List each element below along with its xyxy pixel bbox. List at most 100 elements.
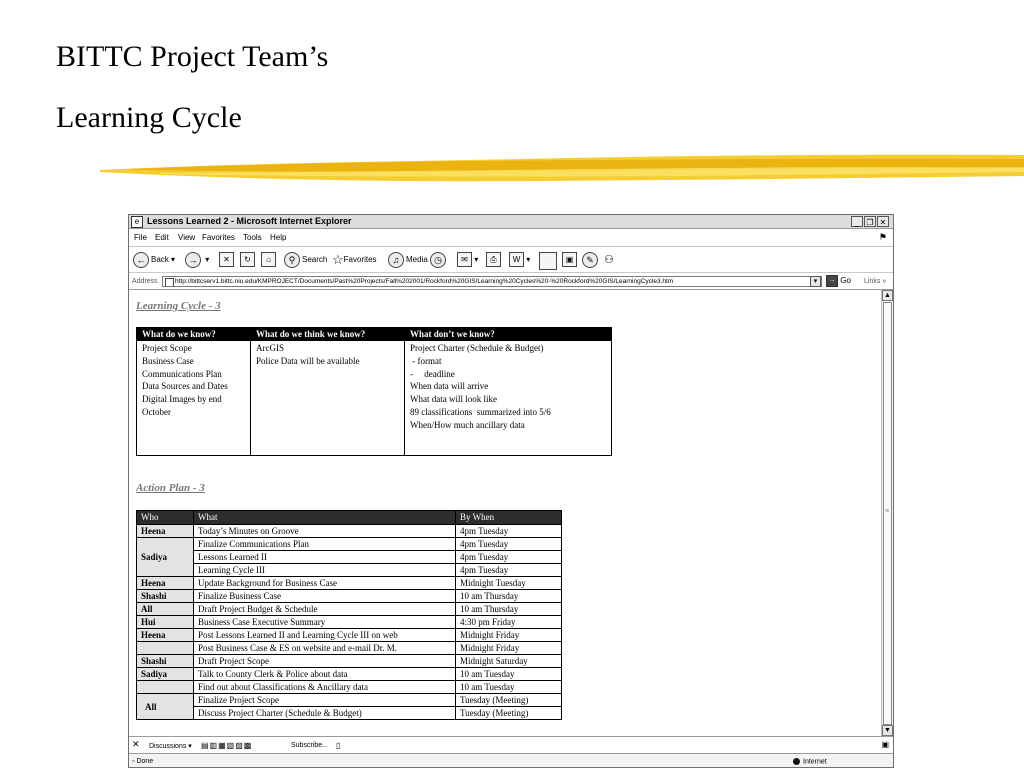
menu-favorites[interactable]: Favorites (202, 233, 235, 242)
address-label: Address (132, 278, 158, 285)
learning-cycle-table: What do we know? Project Scope Business … (136, 327, 612, 456)
what-cell: Update Background for Business Case (193, 576, 456, 590)
menu-view[interactable]: View (178, 233, 195, 242)
blank-button[interactable] (539, 252, 557, 270)
vertical-scrollbar[interactable]: ▲ ≡ ▼ (881, 290, 893, 736)
people-button[interactable]: ⚇ (604, 252, 614, 268)
what-cell: Business Case Executive Summary (193, 615, 456, 629)
grip-icon: ≡ (885, 508, 890, 515)
header-what: What (193, 510, 456, 525)
menu-tools[interactable]: Tools (243, 233, 262, 242)
messenger-button[interactable]: ✎ (582, 252, 600, 268)
page-content: Learning Cycle - 3 What do we know? Proj… (129, 290, 881, 736)
address-url: http://bittcserv1.bittc.niu.edu/KMPROJEC… (175, 278, 674, 285)
who-cell: Sadiya (136, 537, 194, 577)
when-cell: 10 am Thursday (455, 589, 562, 603)
lc-column-know: What do we know? Project Scope Business … (137, 328, 250, 455)
discussion-options-icon[interactable]: ▣ (881, 740, 889, 749)
forward-arrow-icon: → (185, 252, 201, 268)
close-bar-button[interactable]: ✕ (132, 739, 140, 750)
table-row: Heena Post Lessons Learned II and Learni… (136, 628, 562, 642)
lc-item: Police Data will be available (256, 355, 360, 366)
when-cell: 10 am Tuesday (455, 667, 562, 681)
discussions-button[interactable]: Discussions ▾ (149, 742, 192, 750)
subscribe-button[interactable]: Subscribe... (291, 742, 328, 749)
windows-flag-icon: ⚑ (878, 232, 887, 242)
when-cell: 10 am Thursday (455, 602, 562, 616)
history-button[interactable]: ◷ (430, 252, 448, 268)
stop-icon: ✕ (219, 252, 234, 268)
table-row: Heena Update Background for Business Cas… (136, 576, 562, 590)
table-row: Shashi Finalize Business Case 10 am Thur… (136, 589, 562, 603)
what-cell: Draft Project Budget & Schedule (193, 602, 456, 616)
minimize-button[interactable]: _ (851, 216, 863, 227)
lc-item: Project Charter (Schedule & Budget) (410, 343, 544, 353)
refresh-button[interactable]: ↻ (240, 252, 255, 268)
when-cell: Midnight Friday (455, 628, 562, 642)
search-icon: ⚲ (284, 252, 300, 268)
lc-item: Data Sources and Dates (142, 381, 228, 392)
print-button[interactable]: ⎙ (486, 252, 501, 268)
what-cell: Draft Project Scope (193, 654, 456, 668)
star-icon: ☆ (332, 252, 344, 267)
ie-icon: e (131, 216, 143, 228)
mail-icon: ✉ (457, 252, 472, 268)
lc-item: 89 classifications summarized into 5/6 (410, 406, 551, 417)
refresh-icon: ↻ (240, 252, 255, 268)
mail-button[interactable]: ✉ ▾ (457, 252, 478, 268)
go-button[interactable]: → Go (826, 275, 851, 287)
lc-column-think: What do we think we know? ArcGIS Police … (250, 328, 404, 455)
who-cell: Shashi (136, 654, 194, 668)
menu-help[interactable]: Help (270, 233, 286, 242)
forward-button[interactable]: → ▾ (185, 252, 209, 268)
action-plan-header-row: Who What By When (136, 510, 562, 525)
favorites-button[interactable]: ☆Favorites (332, 252, 377, 268)
what-cell: Finalize Communications Plan (193, 537, 456, 551)
edit-button[interactable]: W ▾ (509, 252, 530, 268)
maximize-button[interactable]: ❐ (864, 216, 876, 227)
research-button[interactable]: ▣ (562, 252, 577, 268)
links-button[interactable]: Links » (864, 278, 886, 285)
home-button[interactable]: ⌂ (261, 252, 276, 268)
lc-item: Communications Plan (142, 368, 222, 379)
media-button[interactable]: ♫ Media (388, 252, 428, 268)
menu-edit[interactable]: Edit (155, 233, 169, 242)
lc-item: ArcGIS (256, 343, 284, 353)
address-bar: Address http://bittcserv1.bittc.niu.edu/… (129, 274, 893, 290)
search-button[interactable]: ⚲ Search (284, 252, 327, 268)
table-row: Lessons Learned II 4pm Tuesday (137, 550, 562, 564)
print-icon: ⎙ (486, 252, 501, 268)
slide-title-line-1: BITTC Project Team’s (56, 40, 329, 73)
home-icon: ⌂ (261, 252, 276, 268)
table-row: All Draft Project Budget & Schedule 10 a… (136, 602, 562, 616)
scroll-down-button[interactable]: ▼ (882, 725, 893, 736)
lc-item: Digital Images by end (142, 394, 222, 405)
status-text: ▫ Done (132, 758, 154, 765)
browser-window: e Lessons Learned 2 - Microsoft Internet… (128, 214, 894, 768)
header-who: Who (136, 510, 194, 525)
scroll-thumb[interactable]: ≡ (883, 302, 892, 725)
address-dropdown-button[interactable]: ▾ (810, 276, 821, 287)
lc-item: When data will arrive (410, 381, 489, 392)
what-cell: Post Business Case & ES on website and e… (193, 641, 456, 655)
address-input[interactable]: http://bittcserv1.bittc.niu.edu/KMPROJEC… (162, 276, 822, 287)
research-icon: ▣ (562, 252, 577, 268)
who-cell: Heena (136, 576, 194, 590)
menu-bar: File Edit View Favorites Tools Help ⚑ (129, 230, 893, 244)
close-button[interactable]: ✕ (877, 216, 889, 227)
what-cell: Discuss Project Charter (Schedule & Budg… (193, 706, 456, 720)
stop-button[interactable]: ✕ (219, 252, 234, 268)
back-button[interactable]: ← Back ▾ (133, 252, 175, 268)
action-plan-heading: Action Plan - 3 (136, 482, 205, 494)
when-cell: 4pm Tuesday (455, 524, 562, 538)
discussion-pane-icon[interactable]: ▯ (336, 741, 340, 750)
table-row: Learning Cycle III 4pm Tuesday (137, 563, 562, 577)
lc-item: Project Scope (142, 343, 192, 353)
when-cell: Midnight Saturday (455, 654, 562, 668)
discussion-bar: ✕ Discussions ▾ ▤▥▦▧▨▩ Subscribe... ▯ ▣ (129, 736, 893, 753)
menu-file[interactable]: File (134, 233, 147, 242)
lc-column-dont-know: What don’t we know? Project Charter (Sch… (404, 328, 611, 455)
discussion-tools-icons[interactable]: ▤▥▦▧▨▩ (201, 741, 252, 750)
scroll-up-button[interactable]: ▲ (882, 290, 893, 301)
what-cell: Talk to County Clerk & Police about data (193, 667, 456, 681)
